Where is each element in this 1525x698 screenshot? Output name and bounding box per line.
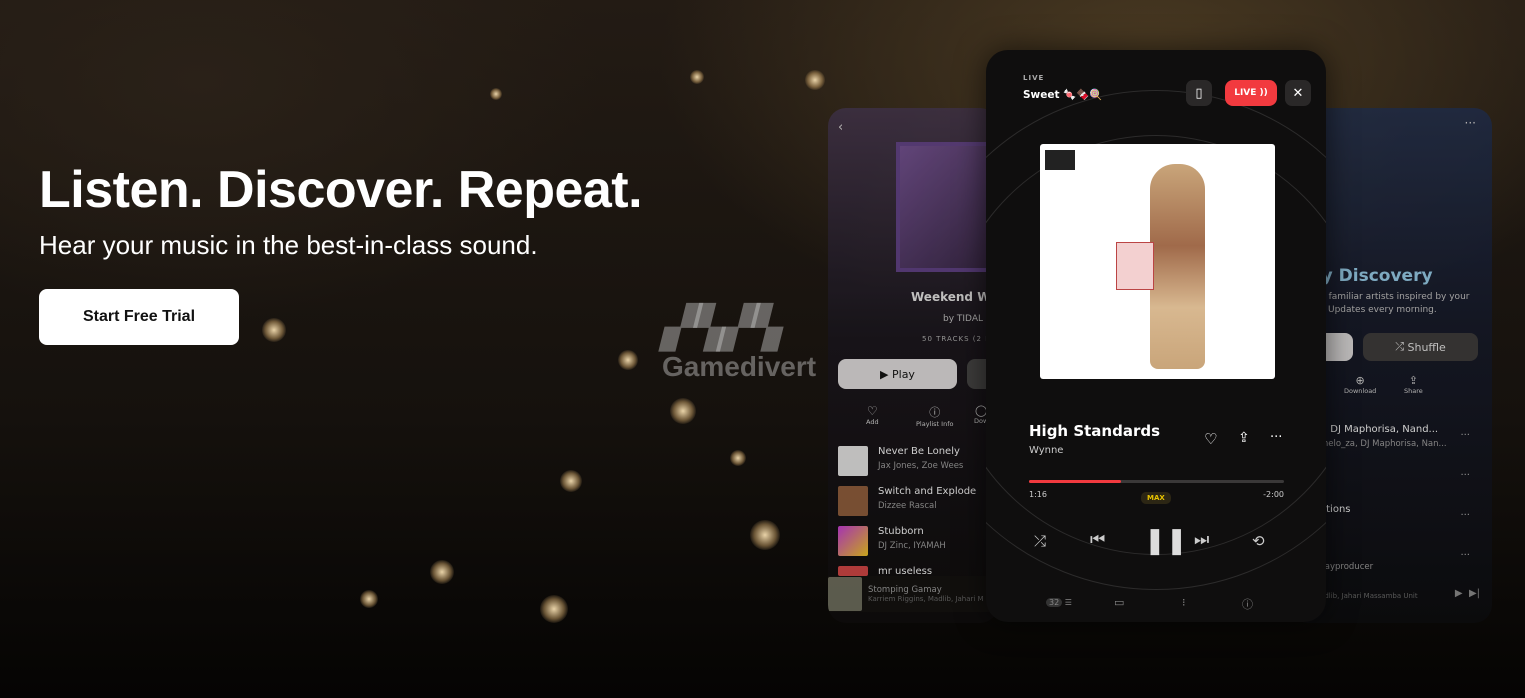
playlist-description-2: Updates every morning. xyxy=(1328,305,1437,315)
shuffle-button[interactable]: ⤮ Shuffle xyxy=(1363,333,1478,361)
playlist-info-action[interactable]: ⓘ Playlist Info xyxy=(916,404,953,428)
album-thumb xyxy=(838,446,868,476)
mini-player[interactable]: Stomping Gamay Karriem Riggins, Madlib, J… xyxy=(828,576,998,612)
share-label: Share xyxy=(1404,387,1423,395)
playlist-owner: by TIDAL xyxy=(943,314,983,324)
mini-player[interactable]: ayMadlib, Jahari Massamba Unit xyxy=(1314,582,1418,600)
previous-icon[interactable]: ⏮ xyxy=(1090,530,1105,550)
info-icon[interactable]: ⓘ xyxy=(1242,596,1253,612)
track-title: Stubborn xyxy=(878,526,924,537)
add-action[interactable]: ♡ Add xyxy=(866,404,879,426)
artist-figure xyxy=(1150,164,1205,369)
share-icon: ⇪ xyxy=(1408,374,1418,387)
progress-fill xyxy=(1029,480,1121,483)
parental-advisory-label xyxy=(1045,150,1075,170)
song-title: High Standards xyxy=(1029,422,1161,440)
pause-icon[interactable]: ❚❚ xyxy=(1144,526,1188,556)
favorite-icon[interactable]: ♡ xyxy=(1204,430,1217,448)
play-button[interactable]: ▶ Play xyxy=(838,359,957,389)
album-thumb xyxy=(838,526,868,556)
info-icon: ⓘ xyxy=(929,406,941,419)
close-button[interactable]: ✕ xyxy=(1285,80,1311,106)
track-title: t. DJ Maphorisa, Nand... xyxy=(1320,424,1439,435)
next-icon[interactable]: ⏭ xyxy=(1194,530,1209,550)
elapsed-time: 1:16 xyxy=(1029,490,1047,499)
lyrics-icon[interactable]: ▭ xyxy=(1114,596,1124,609)
album-thumb xyxy=(838,566,868,576)
hero: Listen. Discover. Repeat. Hear your musi… xyxy=(39,160,643,345)
track-artist: Jax Jones, Zoe Wees xyxy=(878,461,964,471)
back-icon: ‹ xyxy=(838,120,844,135)
close-icon: ✕ xyxy=(1292,85,1304,101)
playlist-title: Weekend W xyxy=(911,290,991,304)
credits-icon[interactable]: ⁝ xyxy=(1182,596,1186,609)
shuffle-icon: ⤮ xyxy=(1395,340,1408,353)
more-icon[interactable]: ··· xyxy=(1460,470,1470,481)
heart-icon: ♡ xyxy=(866,404,878,418)
sign-prop xyxy=(1116,242,1154,290)
repeat-icon[interactable]: ⟲ xyxy=(1252,532,1265,550)
add-label: Add xyxy=(866,418,879,426)
mini-player-artist: Karriem Riggins, Madlib, Jahari M xyxy=(868,595,984,603)
play-icon: ▶ xyxy=(880,367,892,381)
hero-title: Listen. Discover. Repeat. xyxy=(39,161,643,219)
shuffle-icon[interactable]: ⤮ xyxy=(1034,532,1046,550)
track-artist: kayproducer xyxy=(1320,562,1374,572)
playlist-cover xyxy=(896,142,998,272)
watermark: ▞▚▞▚ Gamedivert xyxy=(662,306,817,382)
track-title: Switch and Explode xyxy=(878,486,977,497)
cast-device-button[interactable]: ▯ xyxy=(1186,80,1212,106)
playlist-title: ily Discovery xyxy=(1310,266,1433,286)
hero-subtitle: Hear your music in the best-in-class sou… xyxy=(39,230,538,260)
broadcast-icon: )) xyxy=(1256,88,1268,98)
live-button-label: LIVE xyxy=(1234,88,1257,98)
quality-badge[interactable]: MAX xyxy=(1141,492,1171,504)
mini-player-controls[interactable]: ▶ ▶| xyxy=(1455,588,1480,599)
download-icon: ⊕ xyxy=(1355,374,1365,387)
queue-button[interactable]: 32 ☰ xyxy=(1046,598,1072,607)
playlist-info-label: Playlist Info xyxy=(916,420,954,428)
track-row[interactable]: kayproducer xyxy=(1320,558,1373,572)
playlist-phone-mockup: ‹ Weekend W by TIDAL 50 TRACKS (2 HO ▶ P… xyxy=(828,108,998,623)
live-session-name: Sweet 🍬🍫🍭 xyxy=(1023,89,1103,101)
track-artist: DJ Zinc, IYAMAH xyxy=(878,541,946,551)
track-artist: melo_za, DJ Maphorisa, Nan... xyxy=(1320,439,1447,449)
progress-bar[interactable] xyxy=(1029,480,1284,483)
share-icon[interactable]: ⇪ xyxy=(1238,430,1250,446)
album-thumb xyxy=(828,577,862,611)
shuffle-label: Shuffle xyxy=(1407,340,1446,354)
more-icon[interactable]: ··· xyxy=(1460,550,1470,561)
play-label: Play xyxy=(892,367,915,381)
album-cover xyxy=(1040,144,1275,379)
track-artist: Dizzee Rascal xyxy=(878,501,937,511)
start-free-trial-button[interactable]: Start Free Trial xyxy=(39,289,239,345)
download-action[interactable]: ⊕ Download xyxy=(1344,374,1376,395)
track-row[interactable]: Stubborn DJ Zinc, IYAMAH xyxy=(838,526,946,556)
more-icon[interactable]: ··· xyxy=(1460,430,1470,441)
more-icon[interactable]: ··· xyxy=(1465,116,1476,130)
watermark-text: Gamedivert xyxy=(662,351,817,382)
more-icon[interactable]: ··· xyxy=(1460,510,1470,521)
queue-count: 32 xyxy=(1046,598,1063,607)
now-playing-phone-mockup: LIVE Sweet 🍬🍫🍭 ▯ LIVE )) ✕ High Standard… xyxy=(986,50,1326,622)
live-button[interactable]: LIVE )) xyxy=(1225,80,1277,106)
mini-player-artist: Madlib, Jahari Massamba Unit xyxy=(1314,592,1418,600)
remaining-time: -2:00 xyxy=(1263,490,1284,499)
playlist-description: d familiar artists inspired by your xyxy=(1320,292,1470,302)
track-row[interactable]: Switch and Explode Dizzee Rascal xyxy=(838,486,976,516)
speaker-icon: ▯ xyxy=(1195,85,1203,101)
track-title: Never Be Lonely xyxy=(878,446,960,457)
share-action[interactable]: ⇪ Share xyxy=(1404,374,1423,395)
mini-player-title: Stomping Gamay xyxy=(868,585,942,595)
more-icon[interactable]: ··· xyxy=(1270,430,1282,445)
song-artist: Wynne xyxy=(1029,445,1064,456)
mini-player-title: ay xyxy=(1314,582,1418,592)
album-thumb xyxy=(838,486,868,516)
live-label: LIVE xyxy=(1023,74,1045,82)
download-label: Download xyxy=(1344,387,1377,395)
track-row[interactable]: t. DJ Maphorisa, Nand... melo_za, DJ Maph… xyxy=(1320,424,1447,449)
track-row[interactable]: Never Be Lonely Jax Jones, Zoe Wees xyxy=(838,446,963,476)
